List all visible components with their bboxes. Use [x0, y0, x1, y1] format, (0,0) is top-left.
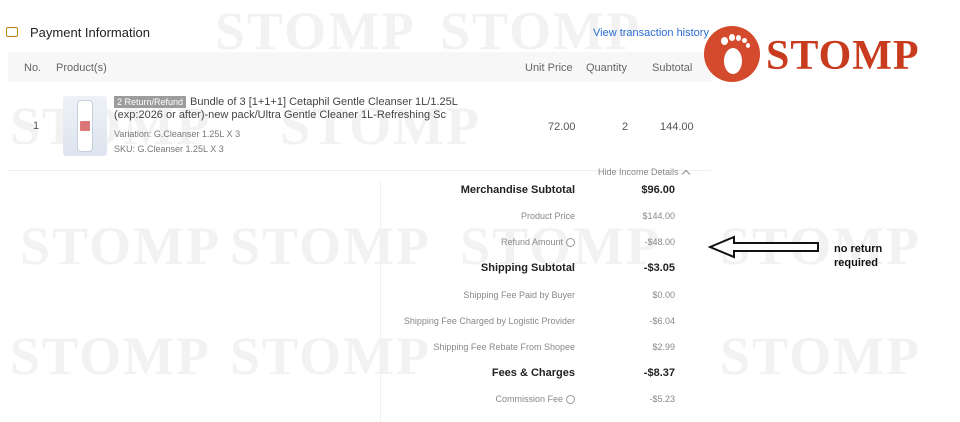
product-variation: Variation: G.Cleanser 1.25L X 3 — [114, 129, 241, 139]
payment-information-panel: Payment Information View transaction his… — [0, 0, 712, 422]
product-name: Bundle of 3 [1+1+1] Cetaphil Gentle Clea… — [114, 96, 458, 121]
income-label: Commission Fee — [495, 394, 563, 404]
income-value: -$3.05 — [643, 262, 675, 274]
bottle-image — [77, 100, 93, 152]
income-row-shipping-fee-rebate: Shipping Fee Rebate From Shopee $2.99 — [381, 342, 695, 362]
column-header-quantity: Quantity — [586, 62, 627, 74]
income-value: -$6.04 — [649, 316, 675, 326]
income-row-commission-fee: Commission Fee -$5.23 — [381, 394, 695, 414]
income-label: Shipping Fee Paid by Buyer — [463, 290, 575, 300]
income-label: Shipping Fee Rebate From Shopee — [433, 342, 575, 352]
income-value: -$8.37 — [643, 367, 675, 379]
income-row-product-price: Product Price $144.00 — [381, 211, 695, 231]
bottle-label — [80, 121, 90, 131]
column-header-no: No. — [24, 62, 42, 74]
view-transaction-history-link[interactable]: View transaction history — [593, 27, 709, 39]
product-sku: SKU: G.Cleanser 1.25L X 3 — [114, 144, 224, 154]
annotation-arrow-icon — [708, 235, 819, 259]
column-header-unit-price: Unit Price — [525, 62, 573, 74]
income-details: Merchandise Subtotal $96.00 Product Pric… — [380, 180, 711, 422]
table-row: 1 2 Return/Refund Bundle of 3 [1+1+1] Ce… — [8, 88, 711, 171]
income-label-with-help: Commission Fee — [495, 394, 575, 405]
income-value: -$5.23 — [649, 394, 675, 404]
income-row-fees-and-charges: Fees & Charges -$8.37 — [381, 367, 695, 387]
row-number: 1 — [33, 120, 40, 132]
income-value: -$48.00 — [644, 237, 675, 247]
product-thumbnail[interactable] — [63, 96, 107, 156]
help-icon[interactable] — [566, 395, 575, 405]
wallet-icon — [6, 27, 18, 37]
income-label-with-help: Refund Amount — [500, 237, 575, 248]
income-row-shipping-fee-paid-by-buyer: Shipping Fee Paid by Buyer $0.00 — [381, 290, 695, 310]
stomp-logo-text: STOMP — [766, 33, 920, 79]
income-row-shipping-subtotal: Shipping Subtotal -$3.05 — [381, 262, 695, 282]
income-value: $0.00 — [652, 290, 675, 300]
hide-income-details-label: Hide Income Details — [598, 167, 679, 177]
help-icon[interactable] — [566, 238, 575, 248]
income-label: Shipping Subtotal — [480, 262, 575, 274]
hide-income-details-toggle[interactable]: Hide Income Details — [598, 167, 690, 178]
subtotal-cell: 144.00 — [660, 121, 694, 133]
footprint-icon — [704, 26, 760, 82]
income-label: Shipping Fee Charged by Logistic Provide… — [403, 316, 575, 326]
product-table-header: No. Product(s) Unit Price Quantity Subto… — [8, 52, 711, 82]
income-row-refund-amount: Refund Amount -$48.00 — [381, 237, 695, 257]
quantity-cell: 2 — [622, 121, 629, 133]
income-row-merchandise-subtotal: Merchandise Subtotal $96.00 — [381, 184, 695, 204]
income-label: Fees & Charges — [491, 367, 575, 379]
income-value: $96.00 — [641, 184, 675, 196]
column-header-product: Product(s) — [56, 62, 107, 74]
chevron-up-icon — [681, 169, 690, 178]
income-label: Merchandise Subtotal — [460, 184, 575, 196]
unit-price-cell: 72.00 — [548, 121, 576, 133]
stomp-logo: STOMP — [704, 26, 926, 86]
column-header-subtotal: Subtotal — [652, 62, 693, 74]
income-row-shipping-fee-logistic-provider: Shipping Fee Charged by Logistic Provide… — [381, 316, 695, 336]
income-label: Refund Amount — [500, 237, 563, 247]
section-title: Payment Information — [30, 25, 150, 40]
income-value: $2.99 — [652, 342, 675, 352]
annotation-note: no return required — [834, 243, 883, 269]
income-value: $144.00 — [642, 211, 675, 221]
watermark-text: STOMP — [720, 326, 922, 386]
income-label: Product Price — [520, 211, 575, 221]
